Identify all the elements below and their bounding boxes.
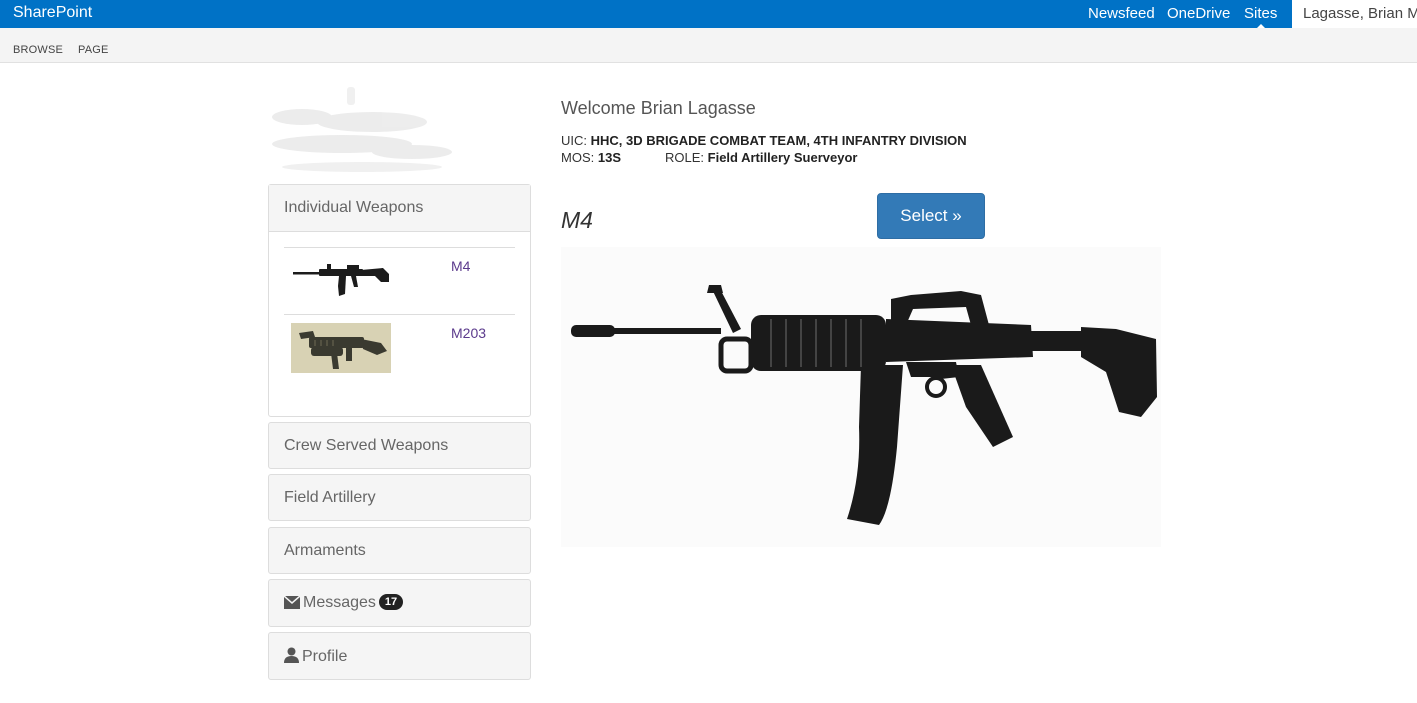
- panel-armaments[interactable]: Armaments: [268, 527, 531, 574]
- panel-heading-profile[interactable]: Profile: [269, 633, 530, 679]
- ribbon-tab-page[interactable]: PAGE: [78, 44, 109, 56]
- nav-onedrive[interactable]: OneDrive: [1167, 5, 1230, 22]
- m4-rifle-image-icon: [561, 247, 1161, 547]
- panel-profile[interactable]: Profile: [268, 632, 531, 680]
- weapon-link-m4[interactable]: M4: [451, 258, 470, 274]
- mos-value: 13S: [597, 150, 621, 165]
- select-button[interactable]: Select »: [877, 193, 985, 239]
- role-label: ROLE:: [665, 150, 705, 165]
- weapon-title: M4: [561, 207, 593, 233]
- uic-line: UIC: HHC, 3D BRIGADE COMBAT TEAM, 4TH IN…: [561, 133, 967, 148]
- panel-heading-armaments[interactable]: Armaments: [269, 528, 530, 574]
- nav-sites[interactable]: Sites: [1244, 5, 1277, 29]
- role-value: Field Artillery Suerveyor: [707, 150, 858, 165]
- weapon-link-m203[interactable]: M203: [451, 325, 486, 341]
- messages-label: Messages: [303, 594, 376, 611]
- panel-heading-messages[interactable]: Messages 17: [269, 580, 530, 626]
- messages-count-badge: 17: [378, 594, 404, 610]
- uic-label: UIC:: [561, 133, 587, 148]
- ribbon-bar: BROWSE PAGE: [0, 28, 1417, 63]
- role-line: ROLE: Field Artillery Suerveyor: [665, 150, 857, 165]
- panel-field-artillery[interactable]: Field Artillery: [268, 474, 531, 521]
- sharepoint-brand-link[interactable]: SharePoint: [13, 4, 92, 22]
- nav-newsfeed[interactable]: Newsfeed: [1088, 5, 1155, 22]
- panel-messages[interactable]: Messages 17: [268, 579, 531, 627]
- mos-label: MOS:: [561, 150, 595, 165]
- uic-value: HHC, 3D BRIGADE COMBAT TEAM, 4TH INFANTR…: [590, 133, 967, 148]
- panel-crew-served-weapons[interactable]: Crew Served Weapons: [268, 422, 531, 469]
- panel-individual-weapons: Individual Weapons M4 M203: [268, 184, 531, 417]
- panel-heading-field-artillery[interactable]: Field Artillery: [269, 475, 530, 521]
- suite-bar: SharePoint Newsfeed OneDrive Sites Lagas…: [0, 0, 1417, 29]
- user-name[interactable]: Lagasse, Brian M: [1303, 5, 1417, 22]
- envelope-icon: [284, 596, 300, 609]
- weapon-list: M4 M203: [269, 232, 530, 396]
- m4-rifle-thumbnail-icon[interactable]: [291, 256, 391, 306]
- user-icon: [284, 647, 299, 663]
- m203-grenade-launcher-thumbnail-icon[interactable]: [291, 323, 391, 373]
- panel-heading-crew-served-weapons[interactable]: Crew Served Weapons: [269, 423, 530, 469]
- welcome-heading: Welcome Brian Lagasse: [561, 98, 756, 118]
- weapon-row-m4[interactable]: M4: [284, 247, 515, 314]
- mos-line: MOS: 13S: [561, 150, 621, 165]
- profile-label: Profile: [302, 648, 348, 665]
- panel-heading-individual-weapons[interactable]: Individual Weapons: [269, 185, 530, 232]
- user-menu[interactable]: Lagasse, Brian M: [1292, 0, 1417, 28]
- site-logo: [272, 87, 452, 172]
- ribbon-tab-browse[interactable]: BROWSE: [13, 44, 63, 56]
- weapon-row-m203[interactable]: M203: [284, 314, 515, 381]
